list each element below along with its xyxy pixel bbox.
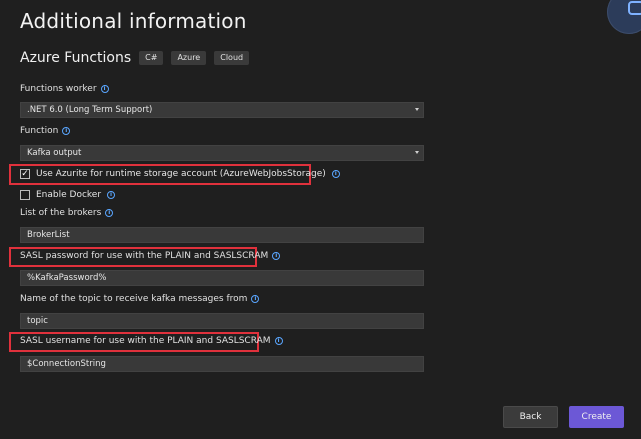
functions-worker-value: .NET 6.0 (Long Term Support) (27, 105, 153, 115)
enable-docker-option[interactable]: Enable Docker i (20, 190, 116, 200)
enable-docker-label: Enable Docker (36, 190, 102, 200)
sasl-password-label: SASL password for use with the PLAIN and… (20, 251, 281, 261)
brokers-value: BrokerList (27, 230, 70, 240)
template-header: Azure Functions C# Azure Cloud (20, 50, 250, 66)
create-button[interactable]: Create (569, 406, 624, 428)
functions-worker-label-text: Functions worker (20, 84, 97, 94)
sasl-password-label-text: SASL password for use with the PLAIN and… (20, 251, 269, 261)
info-icon[interactable]: i (272, 252, 281, 260)
topic-label-text: Name of the topic to receive kafka messa… (20, 294, 248, 304)
back-button[interactable]: Back (503, 406, 558, 428)
topic-value: topic (27, 316, 48, 326)
brokers-label-text: List of the brokers (20, 208, 102, 218)
function-value: Kafka output (27, 148, 82, 158)
functions-worker-label: Functions worker i (20, 84, 109, 94)
info-icon[interactable]: i (251, 295, 260, 303)
template-name: Azure Functions (20, 50, 132, 66)
tag-type: Cloud (214, 51, 250, 65)
info-icon[interactable]: i (107, 191, 116, 199)
chevron-down-icon (415, 108, 419, 111)
sasl-username-label-text: SASL username for use with the PLAIN and… (20, 336, 271, 346)
brokers-input[interactable]: BrokerList (20, 227, 424, 243)
function-label-text: Function (20, 126, 59, 136)
sasl-password-input[interactable]: %KafkaPassword% (20, 270, 424, 286)
tag-language: C# (139, 51, 164, 65)
function-label: Function i (20, 126, 71, 136)
functions-worker-select[interactable]: .NET 6.0 (Long Term Support) (20, 102, 424, 118)
enable-docker-checkbox[interactable] (20, 190, 30, 200)
topic-input[interactable]: topic (20, 313, 424, 329)
info-icon[interactable]: i (100, 85, 109, 93)
info-icon[interactable]: i (274, 337, 283, 345)
feedback-corner[interactable] (607, 0, 641, 34)
chevron-down-icon (415, 151, 419, 154)
brokers-label: List of the brokers i (20, 208, 114, 218)
use-azurite-checkbox[interactable]: ✓ (20, 169, 30, 179)
sasl-username-value: $ConnectionString (27, 359, 106, 369)
use-azurite-label: Use Azurite for runtime storage account … (36, 169, 326, 179)
use-azurite-option[interactable]: ✓ Use Azurite for runtime storage accoun… (20, 169, 340, 179)
function-select[interactable]: Kafka output (20, 145, 424, 161)
page-title: Additional information (20, 9, 247, 33)
topic-label: Name of the topic to receive kafka messa… (20, 294, 260, 304)
sasl-username-input[interactable]: $ConnectionString (20, 356, 424, 372)
tag-platform: Azure (171, 51, 207, 65)
info-icon[interactable]: i (331, 170, 340, 178)
info-icon[interactable]: i (62, 127, 71, 135)
sasl-username-label: SASL username for use with the PLAIN and… (20, 336, 283, 346)
feedback-icon (628, 1, 641, 15)
info-icon[interactable]: i (105, 209, 114, 217)
sasl-password-value: %KafkaPassword% (27, 273, 107, 283)
